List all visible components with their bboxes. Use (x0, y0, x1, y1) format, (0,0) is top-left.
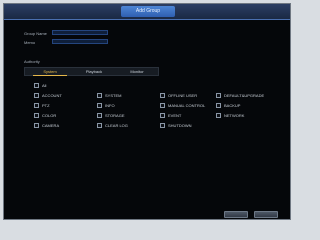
tab-playback[interactable]: Playback (77, 68, 111, 75)
checkbox-label-system: SYSTEM (105, 93, 122, 98)
checkbox-label-info: INFO (105, 103, 115, 108)
checkbox-label-offline-user: OFFLINE USER (168, 93, 198, 98)
dialog-titlebar: Add Group (4, 4, 290, 20)
checkbox-label-event: EVENT (168, 113, 182, 118)
checkbox-network[interactable] (216, 113, 221, 118)
checkbox-shutdown[interactable] (160, 123, 165, 128)
dialog-title: Add Group (121, 6, 175, 17)
checkbox-backup[interactable] (216, 103, 221, 108)
checkbox-label-clear-log: CLEAR LOG (105, 123, 128, 128)
checkbox-label-camera: CAMERA (42, 123, 60, 128)
checkbox-offline-user[interactable] (160, 93, 165, 98)
checkbox-default-upgrade[interactable] (216, 93, 221, 98)
cancel-button[interactable] (254, 211, 278, 218)
memo-input[interactable] (52, 39, 108, 44)
checkbox-label-manual-control: MANUAL CONTROL (168, 103, 206, 108)
add-group-dialog: Add Group Group Name Memo Authority Syst… (3, 3, 291, 220)
checkbox-label-network: NETWORK (224, 113, 245, 118)
checkbox-label-ptz: PTZ (42, 103, 50, 108)
checkbox-color[interactable] (34, 113, 39, 118)
checkbox-info[interactable] (97, 103, 102, 108)
checkbox-manual-control[interactable] (160, 103, 165, 108)
checkbox-label-backup: BACKUP (224, 103, 241, 108)
checkbox-label-storage: STORAGE (105, 113, 125, 118)
tab-monitor[interactable]: Monitor (120, 68, 154, 75)
memo-label: Memo (24, 40, 36, 45)
group-name-label: Group Name (24, 31, 47, 36)
checkbox-label-default-upgrade: DEFAULT&UPGRADE (224, 93, 265, 98)
authority-label: Authority (24, 59, 40, 64)
checkbox-label-account: ACCOUNT (42, 93, 62, 98)
authority-tabs: System Playback Monitor (24, 67, 159, 76)
checkbox-account[interactable] (34, 93, 39, 98)
checkbox-clear-log[interactable] (97, 123, 102, 128)
all-checkbox[interactable] (34, 83, 39, 88)
checkbox-label-shutdown: SHUTDOWN (168, 123, 192, 128)
authority-panel: All ACCOUNT SYSTEM OFFLINE USER DEFAULT&… (24, 79, 286, 161)
checkbox-label-color: COLOR (42, 113, 57, 118)
checkbox-ptz[interactable] (34, 103, 39, 108)
checkbox-storage[interactable] (97, 113, 102, 118)
all-checkbox-label: All (42, 83, 47, 88)
ok-button[interactable] (224, 211, 248, 218)
checkbox-system[interactable] (97, 93, 102, 98)
checkbox-camera[interactable] (34, 123, 39, 128)
checkbox-event[interactable] (160, 113, 165, 118)
group-name-input[interactable] (52, 30, 108, 35)
tab-system[interactable]: System (33, 68, 67, 76)
